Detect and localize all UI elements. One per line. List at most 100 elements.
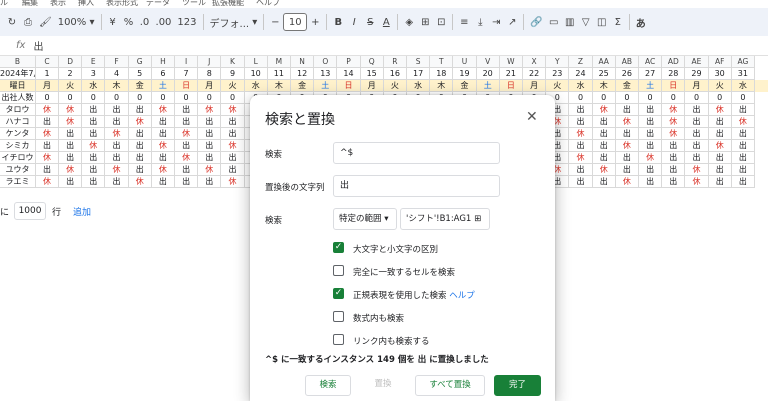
day-cell[interactable]: 3 (82, 68, 106, 80)
weekday-cell[interactable]: 火 (59, 80, 83, 92)
menu-item[interactable]: 表示 (50, 0, 66, 8)
count-cell[interactable]: 0 (639, 92, 663, 104)
shift-cell[interactable]: 休 (662, 104, 686, 116)
filter-icon[interactable]: ▽ (578, 12, 594, 32)
shift-cell[interactable]: 出 (592, 116, 616, 128)
shift-cell[interactable]: 出 (151, 116, 175, 128)
shift-cell[interactable]: 出 (592, 128, 616, 140)
match-entire-cell-checkbox[interactable] (333, 265, 344, 276)
shift-cell[interactable]: 出 (592, 152, 616, 164)
paint-format-icon[interactable]: 🖌 (36, 12, 55, 32)
shift-cell[interactable]: 出 (569, 164, 593, 176)
menu-item[interactable]: データ (146, 0, 170, 8)
find-button[interactable]: 検索 (305, 375, 351, 396)
add-rows-button[interactable]: 追加 (73, 205, 91, 218)
shift-cell[interactable]: 休 (592, 104, 616, 116)
shift-cell[interactable]: 出 (128, 164, 152, 176)
count-label[interactable]: 出社人数 (0, 92, 36, 104)
weekday-cell[interactable]: 水 (569, 80, 593, 92)
column-header[interactable]: B (0, 56, 36, 68)
shift-cell[interactable]: 休 (615, 140, 639, 152)
column-header[interactable]: C (36, 56, 59, 68)
shift-cell[interactable]: 出 (36, 140, 59, 152)
column-header[interactable]: S (407, 56, 431, 68)
shift-cell[interactable]: 休 (36, 104, 59, 116)
month-label[interactable]: 2024年7月 (0, 68, 36, 80)
help-link[interactable]: ヘルプ (449, 291, 475, 301)
column-header[interactable]: L (244, 56, 268, 68)
zoom-select[interactable]: 100% ▾ (55, 12, 98, 32)
day-cell[interactable]: 29 (685, 68, 709, 80)
shift-cell[interactable]: 出 (59, 176, 83, 188)
shift-cell[interactable]: 出 (731, 152, 755, 164)
weekday-cell[interactable]: 水 (244, 80, 268, 92)
shift-cell[interactable]: 休 (662, 128, 686, 140)
shift-cell[interactable]: 出 (685, 104, 709, 116)
shift-cell[interactable]: 出 (731, 104, 755, 116)
day-cell[interactable]: 13 (314, 68, 338, 80)
weekday-cell[interactable]: 木 (267, 80, 291, 92)
close-icon[interactable]: ✕ (526, 109, 538, 125)
fill-color-icon[interactable]: ◈ (401, 12, 417, 32)
shift-cell[interactable]: 出 (105, 152, 129, 164)
shift-cell[interactable]: 休 (151, 104, 175, 116)
column-header[interactable]: Y (546, 56, 570, 68)
shift-cell[interactable]: 休 (59, 116, 83, 128)
shift-cell[interactable]: 出 (82, 152, 106, 164)
shift-cell[interactable]: 出 (685, 116, 709, 128)
number-format-button[interactable]: 123 (174, 12, 199, 32)
shift-cell[interactable]: 出 (731, 164, 755, 176)
weekday-cell[interactable]: 木 (105, 80, 129, 92)
column-header[interactable]: AF (708, 56, 732, 68)
count-cell[interactable]: 0 (569, 92, 593, 104)
shift-cell[interactable]: 出 (221, 116, 245, 128)
shift-cell[interactable]: 出 (685, 140, 709, 152)
weekday-cell[interactable]: 土 (639, 80, 663, 92)
menu-item[interactable]: ツール (182, 0, 206, 8)
shift-cell[interactable]: 出 (639, 140, 663, 152)
day-cell[interactable]: 5 (128, 68, 152, 80)
shift-cell[interactable]: 休 (82, 140, 106, 152)
shift-cell[interactable]: 出 (175, 104, 199, 116)
weekday-cell[interactable]: 金 (615, 80, 639, 92)
column-header[interactable]: R (383, 56, 407, 68)
column-header[interactable]: M (267, 56, 291, 68)
weekday-cell[interactable]: 火 (708, 80, 732, 92)
shift-cell[interactable]: 出 (221, 152, 245, 164)
shift-cell[interactable]: 出 (708, 152, 732, 164)
shift-cell[interactable]: 出 (615, 128, 639, 140)
count-cell[interactable]: 0 (708, 92, 732, 104)
staff-name[interactable]: ユウタ (0, 164, 36, 176)
text-color-button[interactable]: A (378, 12, 394, 32)
shift-cell[interactable]: 休 (59, 104, 83, 116)
count-cell[interactable]: 0 (731, 92, 755, 104)
shift-cell[interactable]: 出 (128, 104, 152, 116)
shift-cell[interactable]: 休 (708, 104, 732, 116)
weekday-cell[interactable]: 土 (151, 80, 175, 92)
shift-cell[interactable]: 休 (221, 104, 245, 116)
weekday-cell[interactable]: 月 (198, 80, 222, 92)
column-header[interactable]: U (453, 56, 477, 68)
regex-checkbox[interactable]: ✓ (333, 288, 344, 299)
day-cell[interactable]: 21 (499, 68, 523, 80)
day-cell[interactable]: 26 (615, 68, 639, 80)
shift-cell[interactable]: 休 (198, 104, 222, 116)
shift-cell[interactable]: 出 (128, 140, 152, 152)
shift-cell[interactable]: 出 (105, 176, 129, 188)
day-cell[interactable]: 9 (221, 68, 245, 80)
day-cell[interactable]: 19 (453, 68, 477, 80)
vertical-align-icon[interactable]: ⤓ (472, 12, 488, 32)
column-header[interactable]: W (499, 56, 523, 68)
day-cell[interactable]: 31 (731, 68, 755, 80)
day-cell[interactable]: 12 (291, 68, 315, 80)
functions-button[interactable]: Σ (610, 12, 626, 32)
weekday-cell[interactable]: 水 (407, 80, 431, 92)
shift-cell[interactable]: 休 (615, 176, 639, 188)
shift-cell[interactable]: 出 (198, 128, 222, 140)
shift-cell[interactable]: 出 (151, 176, 175, 188)
shift-cell[interactable]: 出 (105, 104, 129, 116)
column-header[interactable]: F (105, 56, 129, 68)
column-header[interactable]: N (291, 56, 315, 68)
shift-cell[interactable]: 出 (569, 104, 593, 116)
grid-select-icon[interactable]: ⊞ (474, 214, 481, 224)
